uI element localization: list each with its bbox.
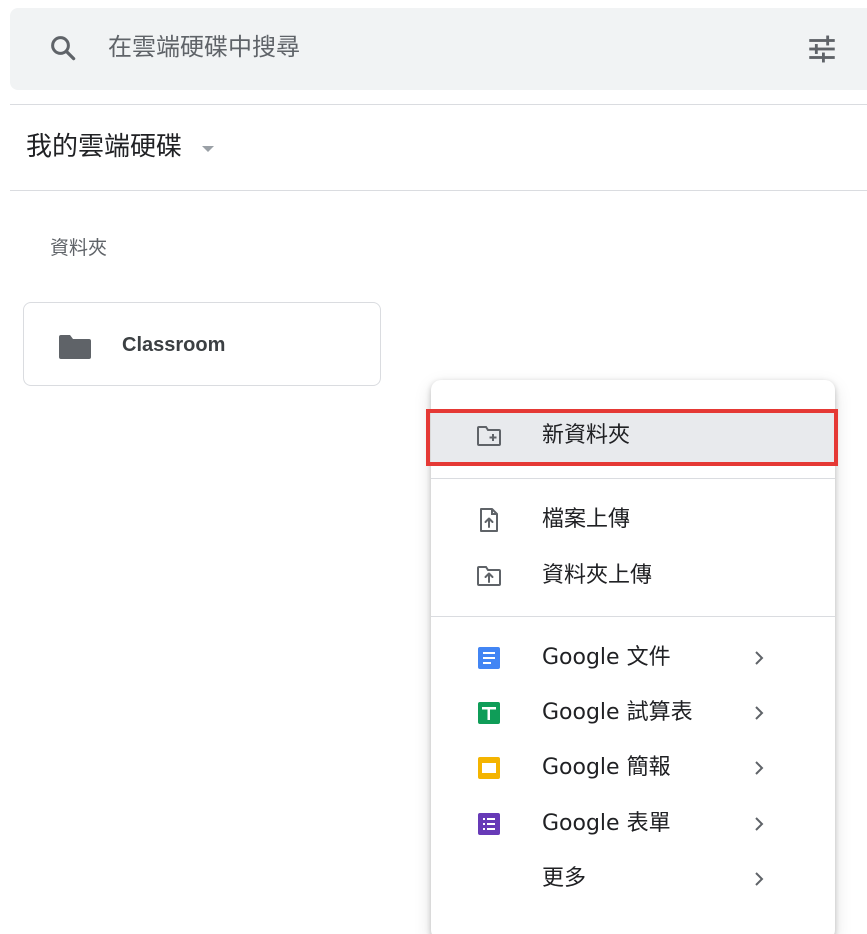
google-forms-icon [478, 813, 500, 835]
file-upload-icon [480, 508, 498, 532]
header-divider [10, 104, 867, 105]
menu-item-new-folder[interactable]: 新資料夾 [431, 410, 835, 462]
title-divider [10, 190, 867, 191]
search-bar[interactable]: 在雲端硬碟中搜尋 [10, 8, 867, 90]
menu-item-label: Google 文件 [542, 645, 671, 670]
caret-down-icon [202, 146, 215, 152]
menu-item-label: Google 表單 [542, 811, 671, 836]
new-item-menu: 新資料夾 檔案上傳 資料夾上傳 Google 文件 Google 試算表 Goo… [431, 380, 835, 934]
folder-card-classroom[interactable]: Classroom [23, 302, 381, 386]
menu-item-google-forms[interactable]: Google 表單 [431, 798, 835, 850]
menu-item-label: Google 簡報 [542, 755, 671, 780]
menu-item-label: 新資料夾 [542, 423, 631, 448]
folder-name: Classroom [122, 334, 226, 356]
menu-item-file-upload[interactable]: 檔案上傳 [431, 494, 835, 546]
menu-item-label: Google 試算表 [542, 700, 693, 725]
chevron-right-icon [755, 872, 764, 886]
menu-item-google-sheets[interactable]: Google 試算表 [431, 687, 835, 739]
page-title: 我的雲端硬碟 [26, 132, 183, 162]
menu-item-label: 資料夾上傳 [542, 563, 653, 588]
search-input[interactable]: 在雲端硬碟中搜尋 [108, 30, 300, 64]
drive-page: 在雲端硬碟中搜尋 我的雲端硬碟 資料夾 Classroom 新資料夾 檔案上傳 … [0, 0, 867, 934]
chevron-right-icon [755, 651, 764, 665]
menu-item-google-docs[interactable]: Google 文件 [431, 632, 835, 684]
google-docs-icon [478, 647, 500, 669]
new-folder-icon [477, 426, 501, 446]
google-slides-icon [478, 757, 500, 779]
folder-upload-icon [477, 566, 501, 586]
menu-item-folder-upload[interactable]: 資料夾上傳 [431, 550, 835, 602]
google-sheets-icon [478, 702, 500, 724]
menu-divider [431, 616, 835, 617]
chevron-right-icon [755, 817, 764, 831]
my-drive-dropdown[interactable]: 我的雲端硬碟 [26, 127, 216, 167]
search-icon[interactable] [48, 33, 78, 63]
menu-item-label: 檔案上傳 [542, 507, 631, 532]
menu-item-google-slides[interactable]: Google 簡報 [431, 742, 835, 794]
menu-item-label: 更多 [542, 866, 587, 891]
tune-icon[interactable] [805, 32, 839, 66]
menu-item-more[interactable]: 更多 [431, 853, 835, 905]
folder-icon [59, 335, 91, 359]
menu-divider [431, 478, 835, 479]
folders-section-label: 資料夾 [50, 237, 108, 259]
chevron-right-icon [755, 761, 764, 775]
chevron-right-icon [755, 706, 764, 720]
